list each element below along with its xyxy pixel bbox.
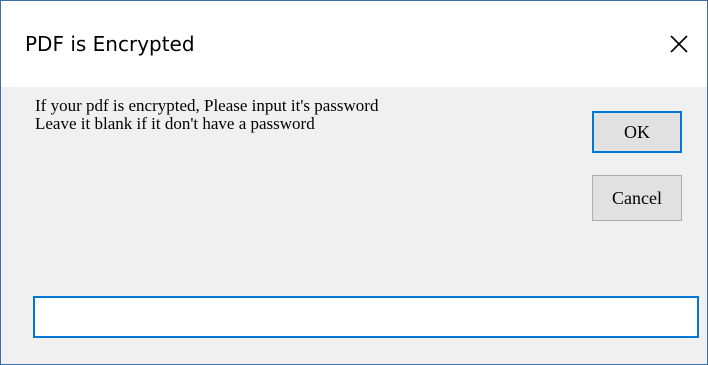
dialog-window: PDF is Encrypted If your pdf is encrypte… xyxy=(0,0,708,365)
close-icon xyxy=(669,34,689,54)
password-input[interactable] xyxy=(33,296,699,338)
ok-button[interactable]: OK xyxy=(592,111,682,153)
dialog-message: If your pdf is encrypted, Please input i… xyxy=(35,97,378,133)
dialog-title: PDF is Encrypted xyxy=(25,32,195,56)
close-button[interactable] xyxy=(651,19,707,69)
title-bar[interactable]: PDF is Encrypted xyxy=(1,1,707,87)
cancel-button[interactable]: Cancel xyxy=(592,175,682,221)
message-line-2: Leave it blank if it don't have a passwo… xyxy=(35,114,315,133)
dialog-body: If your pdf is encrypted, Please input i… xyxy=(1,87,707,364)
message-line-1: If your pdf is encrypted, Please input i… xyxy=(35,96,379,115)
